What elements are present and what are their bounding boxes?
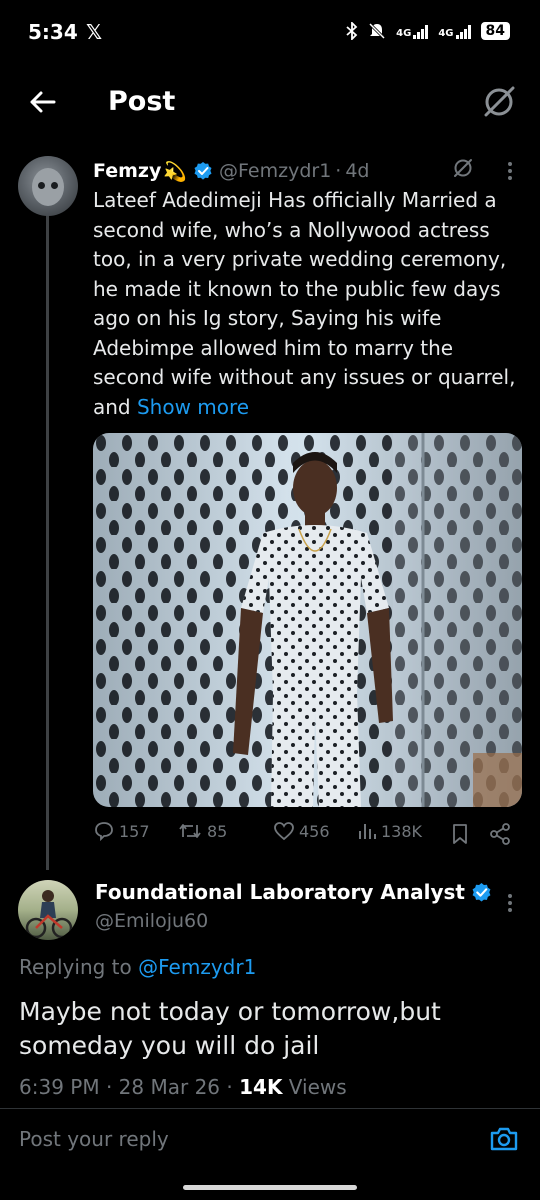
reply-views-count[interactable]: 14K <box>239 1075 282 1099</box>
avatar[interactable] <box>18 880 78 940</box>
status-time: 5:34 <box>28 20 78 44</box>
replying-to: Replying to @Femzydr1 <box>19 955 256 979</box>
verified-badge-icon <box>194 162 212 180</box>
reply-icon <box>95 822 113 842</box>
reply-author-label[interactable]: Foundational Laboratory Analyst <box>95 880 465 904</box>
reply-input[interactable]: Post your reply <box>19 1127 169 1151</box>
reply-composer: Post your reply <box>0 1108 540 1173</box>
repost-button[interactable]: 85 <box>177 820 227 842</box>
back-arrow-icon[interactable] <box>26 86 58 118</box>
like-button[interactable]: 456 <box>273 820 330 842</box>
meta-separator: · <box>335 160 342 182</box>
views-button[interactable]: 138K <box>357 820 422 842</box>
page-title: Post <box>108 86 176 117</box>
thread-connector-line <box>46 210 49 870</box>
verified-badge-icon <box>472 882 491 902</box>
avatar[interactable] <box>18 156 78 216</box>
reply-author-handle[interactable]: @Emiloju60 <box>95 910 208 932</box>
share-icon[interactable] <box>488 822 512 846</box>
heart-icon <box>274 822 294 841</box>
battery-indicator: 84 <box>480 22 510 40</box>
mute-icon <box>369 22 386 40</box>
reply-meta: 6:39 PM · 28 Mar 26 · 14K Views <box>19 1075 347 1099</box>
more-options-icon[interactable] <box>504 892 516 914</box>
network-label-1: 4G <box>396 28 412 39</box>
repost-count: 85 <box>207 821 228 841</box>
post-actions: 157 85 456 138K <box>93 820 523 850</box>
author-emoji: 💫 <box>163 160 188 183</box>
repost-icon <box>179 824 201 838</box>
status-indicators: 4G 4G 84 <box>346 22 510 40</box>
post-image[interactable] <box>93 433 522 807</box>
reply-text: Maybe not today or tomorrow,but someday … <box>19 997 441 1060</box>
like-count: 456 <box>299 821 330 841</box>
meta-separator: · <box>99 1075 119 1099</box>
views-count: 138K <box>381 821 423 841</box>
reply-time: 6:39 PM <box>19 1075 100 1099</box>
analytics-icon <box>359 824 376 839</box>
author-handle[interactable]: @Femzydr1 <box>219 160 331 182</box>
replying-prefix: Replying to <box>19 955 139 979</box>
reply-views-label: Views <box>282 1075 347 1099</box>
top-app-bar: Post <box>0 70 540 136</box>
meta-separator: · <box>220 1075 240 1099</box>
network-label-2: 4G <box>438 28 454 39</box>
x-logo-icon: 𝕏 <box>86 20 103 44</box>
reply-button[interactable]: 157 <box>93 820 150 842</box>
post-body: Lateef Adedimeji Has officially Married … <box>93 188 516 419</box>
avatar-eye <box>51 182 58 189</box>
reply-count: 157 <box>119 821 150 841</box>
replying-to-handle[interactable]: @Femzydr1 <box>138 955 256 979</box>
post-photo <box>93 433 522 807</box>
post-age: 4d <box>345 160 370 182</box>
more-options-icon[interactable] <box>504 160 516 182</box>
home-indicator[interactable] <box>183 1185 357 1190</box>
camera-icon[interactable] <box>488 1123 520 1155</box>
avatar-photo <box>25 890 73 939</box>
signal-icon <box>455 23 471 39</box>
status-bar: 5:34 𝕏 4G 4G 84 <box>0 0 540 68</box>
bookmark-icon[interactable] <box>451 823 469 845</box>
avatar-face <box>32 168 64 206</box>
post-text: Lateef Adedimeji Has officially Married … <box>93 186 523 422</box>
grok-icon[interactable] <box>482 85 516 119</box>
reply-author-name: Foundational Laboratory Analyst <box>95 880 492 904</box>
show-more-link[interactable]: Show more <box>137 395 249 419</box>
network-indicator-1: 4G <box>396 23 429 39</box>
network-indicator-2: 4G <box>438 23 471 39</box>
author-name[interactable]: Femzy <box>93 160 161 182</box>
signal-icon <box>413 23 429 39</box>
avatar-eye <box>38 182 45 189</box>
reply-date: 28 Mar 26 <box>118 1075 221 1099</box>
grok-icon[interactable] <box>452 157 474 179</box>
bluetooth-icon <box>346 22 358 40</box>
